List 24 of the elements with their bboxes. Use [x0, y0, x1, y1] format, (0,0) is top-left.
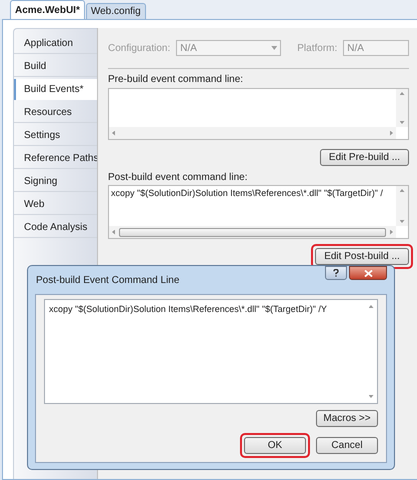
- button[interactable]: Edit Pre-build ...: [320, 149, 409, 166]
- field-value: xcopy "$(SolutionDir)Solution Items\References\*.dll" "$(TargetDir)" /: [110, 187, 383, 199]
- button[interactable]: Macros >>: [316, 410, 378, 427]
- section-label: Post-build event command line:: [108, 172, 249, 184]
- horizontal-scrollbar[interactable]: [109, 127, 396, 139]
- command-line-field[interactable]: xcopy "$(SolutionDir)Solution Items\References\*.dll" "$(TargetDir)" /Y: [44, 299, 378, 404]
- document-tab[interactable]: Acme.WebUI*: [10, 0, 85, 19]
- section-label: Pre-build event command line:: [108, 74, 244, 86]
- dialog-title: Post-build Event Command Line: [35, 274, 180, 288]
- field-label: Configuration:: [108, 42, 170, 56]
- help-icon[interactable]: [325, 266, 347, 280]
- command-line-field[interactable]: xcopy "$(SolutionDir)Solution Items\References\*.dll" "$(TargetDir)" /: [108, 185, 409, 239]
- horizontal-scrollbar[interactable]: [109, 226, 396, 238]
- button[interactable]: OK: [244, 437, 306, 454]
- field-label: Platform:: [297, 42, 338, 56]
- vertical-scrollbar[interactable]: [396, 186, 408, 226]
- vertical-scrollbar[interactable]: [396, 89, 408, 127]
- command-line-field[interactable]: [108, 88, 409, 140]
- button[interactable]: Cancel: [316, 437, 378, 454]
- close-icon[interactable]: [349, 266, 387, 280]
- sidebar-item[interactable]: Build Events*: [14, 79, 98, 100]
- field-value: xcopy "$(SolutionDir)Solution Items\References\*.dll" "$(TargetDir)" /Y: [48, 303, 327, 315]
- document-tab[interactable]: Web.config: [86, 3, 146, 19]
- button[interactable]: Edit Post-build ...: [315, 248, 409, 265]
